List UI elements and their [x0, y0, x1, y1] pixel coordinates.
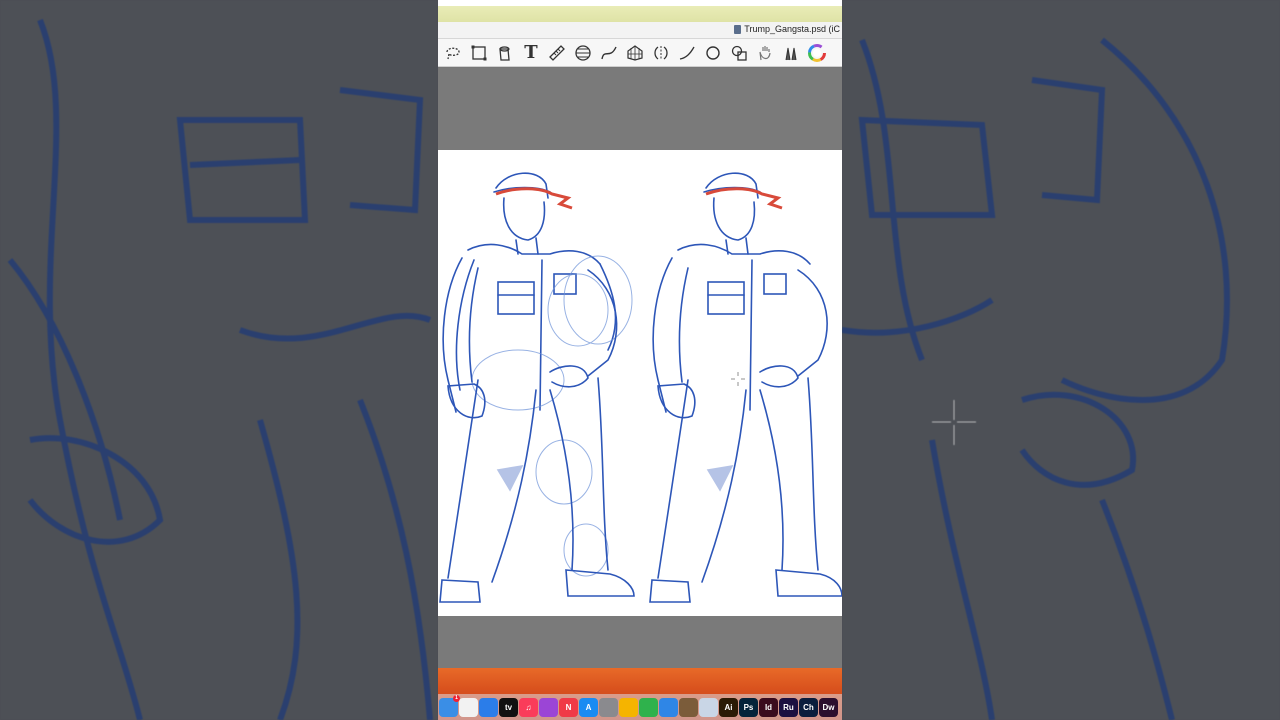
- symmetry-icon[interactable]: [649, 41, 673, 65]
- right-figure-bandana: [705, 187, 783, 210]
- dock-app-label: Ai: [724, 702, 733, 712]
- curve-icon[interactable]: [597, 41, 621, 65]
- system-preferences-icon[interactable]: [599, 697, 618, 717]
- blurred-background-right: [842, 0, 1280, 720]
- utility-icon[interactable]: [679, 697, 698, 717]
- lasso-icon[interactable]: [441, 41, 465, 65]
- character-animator-icon[interactable]: Ch: [799, 697, 818, 717]
- title-bar: Trump_Gangsta.psd (iC: [438, 22, 842, 39]
- drawing-app-window: Trump_Gangsta.psd (iC T 1 tv ♫ N A Ai Ps…: [438, 0, 842, 720]
- shapes-icon[interactable]: [727, 41, 751, 65]
- text-tool-glyph: T: [524, 42, 538, 63]
- color-wheel-icon[interactable]: [805, 41, 829, 65]
- podcasts-icon[interactable]: [539, 697, 558, 717]
- dock-app-label: Ch: [803, 702, 814, 712]
- canvas-area[interactable]: [438, 68, 842, 668]
- sketch-illustration: [439, 172, 842, 603]
- dock-app-label: tv: [504, 702, 513, 712]
- document-icon: [734, 24, 742, 34]
- photoshop-icon[interactable]: Ps: [739, 697, 758, 717]
- indesign-icon[interactable]: Id: [759, 697, 778, 717]
- ellipse-icon[interactable]: [701, 41, 725, 65]
- finder-icon[interactable]: 1: [439, 694, 460, 717]
- document-title: Trump_Gangsta.psd (iC: [734, 24, 840, 34]
- text-icon[interactable]: T: [519, 41, 543, 65]
- brush-icon[interactable]: [779, 41, 803, 65]
- hand-icon[interactable]: [753, 41, 777, 65]
- files-icon[interactable]: [459, 697, 478, 717]
- document-title-text: Trump_Gangsta.psd (iC: [744, 24, 840, 34]
- safari-icon[interactable]: [479, 697, 498, 717]
- dock: 1 tv ♫ N A Ai Ps Id Ru Ch Dw: [438, 694, 842, 720]
- perspective-guide-icon[interactable]: [571, 41, 595, 65]
- notification-bar: [438, 6, 842, 22]
- left-figure-bandana: [495, 187, 573, 210]
- preview-icon[interactable]: [699, 697, 718, 717]
- dock-app-label: Ru: [783, 702, 794, 712]
- ruler-icon[interactable]: [545, 41, 569, 65]
- dreamweaver-icon[interactable]: Dw: [819, 697, 838, 717]
- right-figure-sketch: [649, 172, 842, 603]
- dock-app-label: ♫: [525, 702, 532, 712]
- illustrator-icon[interactable]: Ai: [719, 697, 738, 717]
- dock-app-label: Dw: [822, 702, 835, 712]
- dock-app-label: A: [585, 702, 592, 712]
- line-icon[interactable]: [675, 41, 699, 65]
- dock-app-label: Ps: [743, 702, 754, 712]
- apple-tv-icon[interactable]: tv: [499, 697, 518, 717]
- grid-icon[interactable]: [623, 41, 647, 65]
- artboard[interactable]: [438, 150, 842, 616]
- dock-app-label: N: [565, 702, 572, 712]
- rush-icon[interactable]: Ru: [779, 697, 798, 717]
- blurred-background-left: [0, 0, 438, 720]
- fill-bucket-icon[interactable]: [493, 41, 517, 65]
- pencil-app-icon[interactable]: [619, 697, 638, 717]
- music-icon[interactable]: ♫: [519, 697, 538, 717]
- transform-icon[interactable]: [467, 41, 491, 65]
- tool-bar: T: [438, 39, 842, 67]
- app-store-icon[interactable]: A: [579, 697, 598, 717]
- dock-app-label: Id: [764, 702, 773, 712]
- news-icon[interactable]: N: [559, 697, 578, 717]
- numbers-icon[interactable]: [639, 697, 658, 717]
- crosshair-cursor: [731, 372, 745, 386]
- left-figure-sketch: [439, 172, 635, 603]
- keynote-icon[interactable]: [659, 697, 678, 717]
